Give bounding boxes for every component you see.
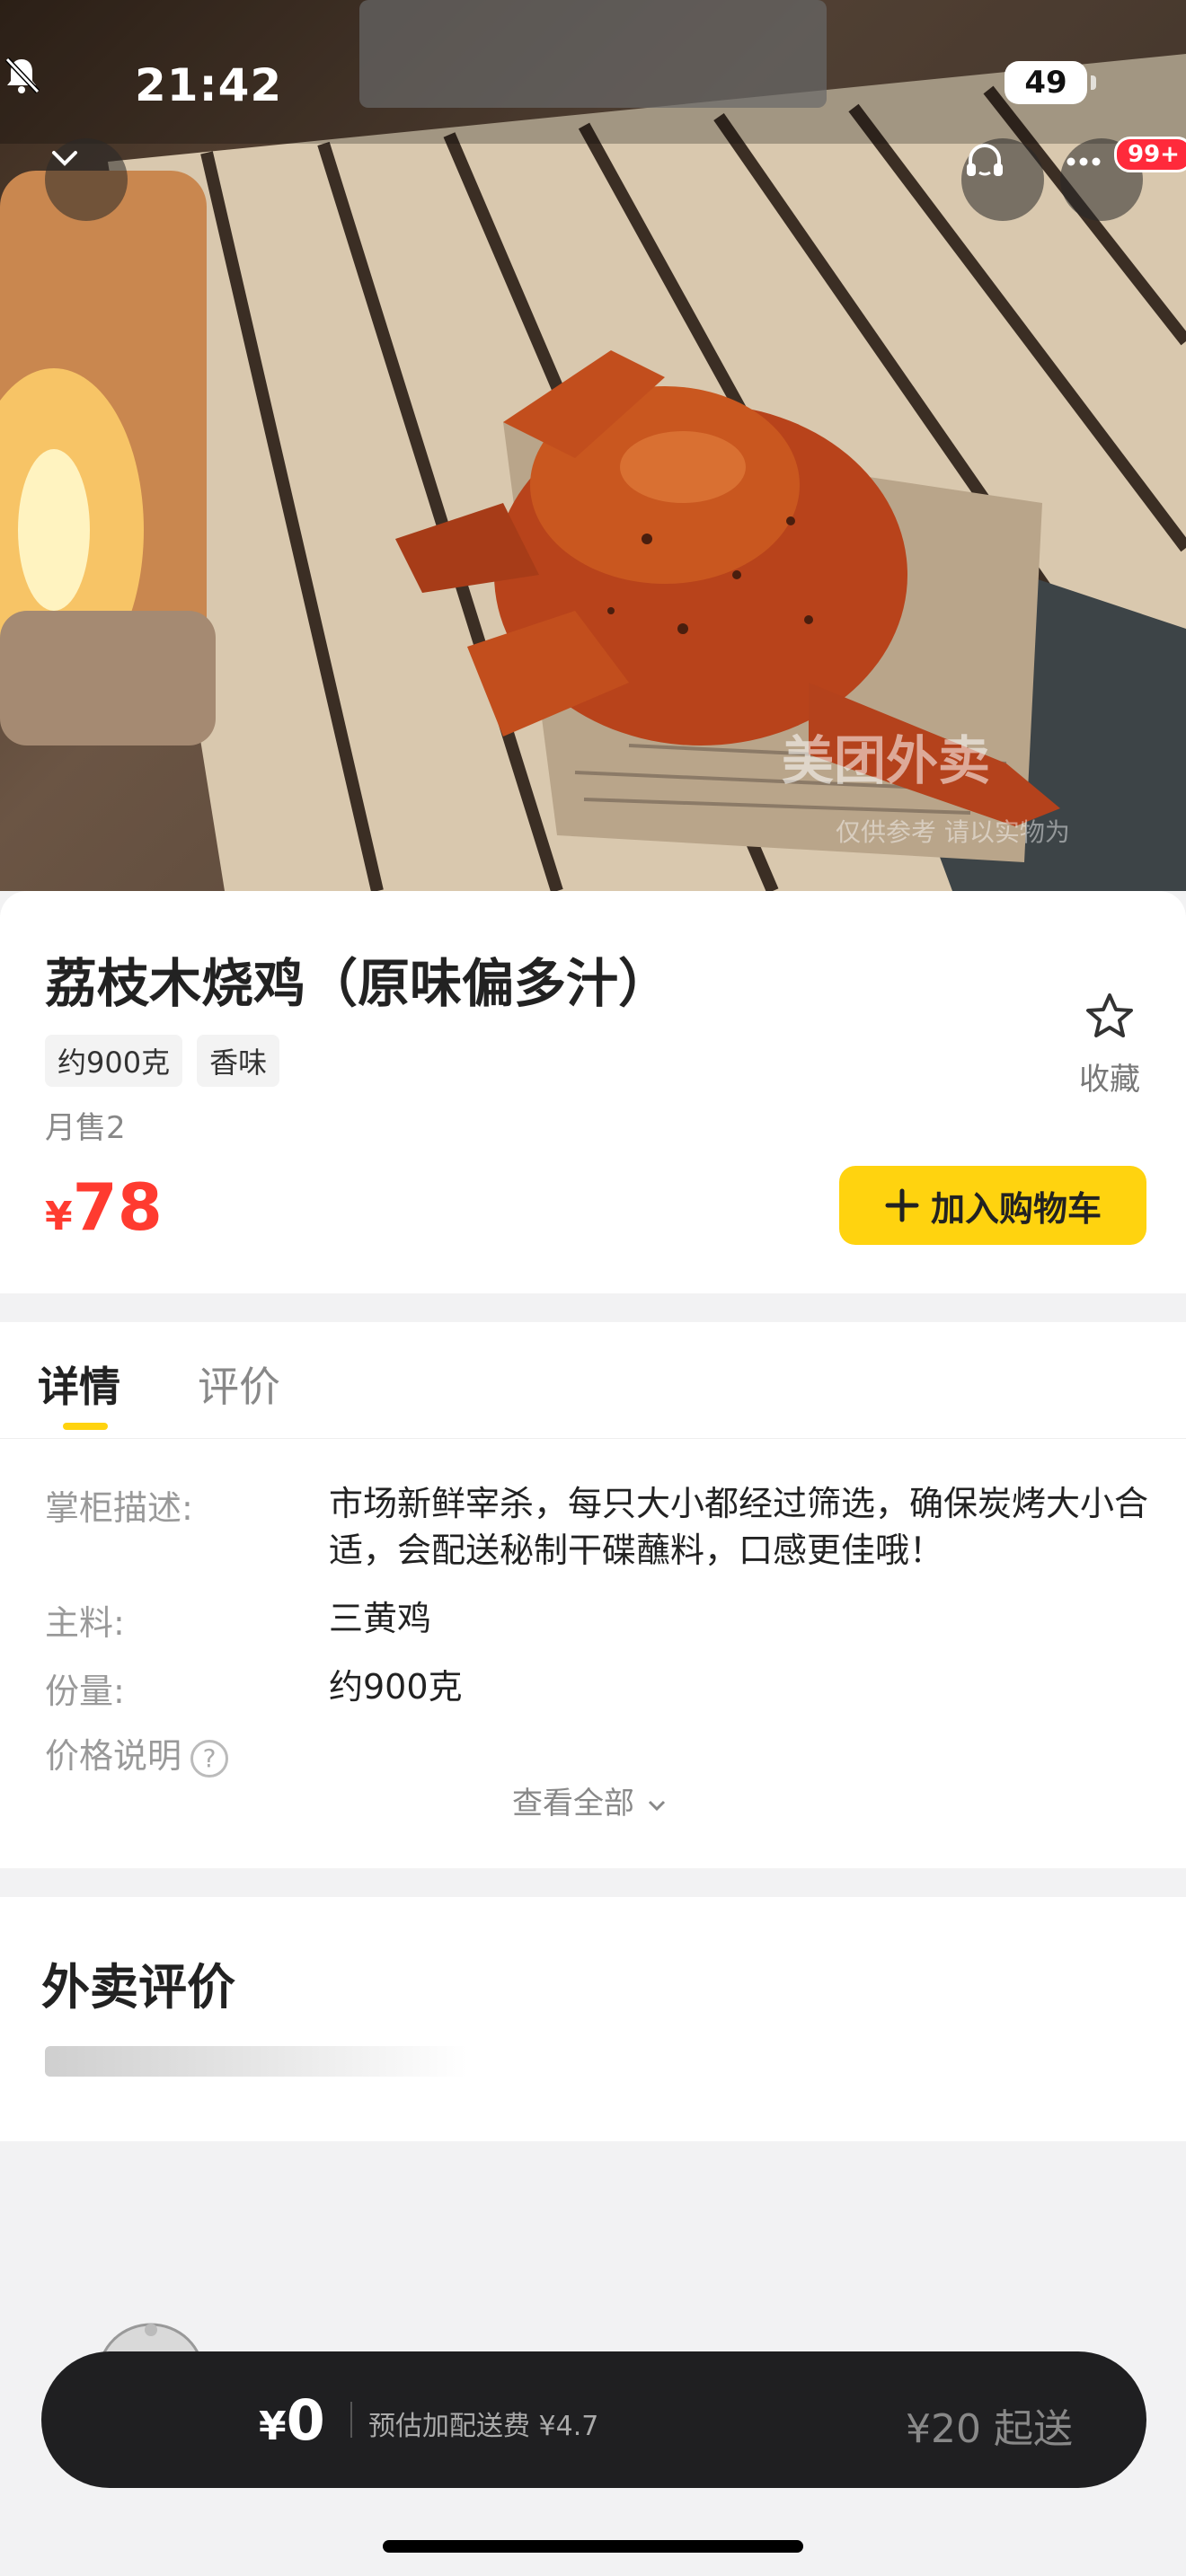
more-icon bbox=[1067, 157, 1101, 166]
product-price: ¥78 bbox=[45, 1169, 163, 1245]
tab-reviews[interactable]: 评价 bbox=[198, 1354, 280, 1414]
tag-flavor: 香味 bbox=[197, 1035, 280, 1087]
add-to-cart-label: 加入购物车 bbox=[930, 1188, 1102, 1229]
status-bar: 21:42 49 bbox=[0, 54, 1186, 117]
delivery-fee-estimate: 预估加配送费 ¥4.7 bbox=[368, 2411, 599, 2442]
headset-icon bbox=[967, 144, 1003, 176]
detail-key: 主料: bbox=[45, 1603, 125, 1643]
tab-bar: 详情 评价 bbox=[0, 1322, 1186, 1439]
chevron-down-icon bbox=[52, 151, 77, 166]
reviews-section: 外卖评价 bbox=[0, 1897, 1186, 2141]
detail-key: 份量: bbox=[45, 1672, 125, 1711]
favorite-label: 收藏 bbox=[1079, 1062, 1140, 1098]
price-value: 78 bbox=[72, 1169, 163, 1245]
detail-value: 约900克 bbox=[329, 1667, 463, 1707]
minimum-order: ¥20 起送 bbox=[906, 2406, 1073, 2452]
product-card: 荔枝木烧鸡（原味偏多汁） 约900克 香味 月售2 ¥78 收藏 加入购物车 bbox=[0, 891, 1186, 1293]
food-photo bbox=[0, 0, 1186, 891]
add-to-cart-button[interactable]: 加入购物车 bbox=[839, 1166, 1146, 1245]
tab-indicator bbox=[63, 1423, 108, 1430]
product-image: 美团外卖 仅供参考 请以实物为 21:42 49 99+ bbox=[0, 0, 1186, 891]
detail-value: 三黄鸡 bbox=[329, 1599, 432, 1638]
notification-badge: 99+ bbox=[1114, 137, 1186, 172]
details-section: 详情 评价 掌柜描述: 市场新鲜宰杀，每只大小都经过筛选，确保炭烤大小合适，会配… bbox=[0, 1322, 1186, 1868]
divider bbox=[350, 2402, 352, 2438]
price-note-label: 价格说明? bbox=[45, 1728, 314, 1778]
view-all-label: 查看全部 bbox=[512, 1786, 634, 1822]
favorite-button[interactable]: 收藏 bbox=[1069, 990, 1150, 1098]
detail-key: 掌柜描述: bbox=[45, 1488, 193, 1528]
view-all-link[interactable]: 查看全部 bbox=[512, 1778, 669, 1822]
bell-off-icon bbox=[4, 57, 40, 94]
reviews-title: 外卖评价 bbox=[41, 1959, 235, 2016]
tag-weight: 约900克 bbox=[45, 1035, 183, 1087]
cart-total: ¥0 bbox=[259, 2387, 325, 2453]
detail-value: 市场新鲜宰杀，每只大小都经过筛选，确保炭烤大小合适，会配送秘制干碟蘸料，口感更佳… bbox=[329, 1484, 1149, 1570]
price-currency: ¥ bbox=[45, 1194, 73, 1239]
question-icon[interactable]: ? bbox=[190, 1739, 229, 1778]
detail-key: 价格说明 bbox=[45, 1736, 182, 1776]
watermark-logo: 美团外卖 bbox=[782, 730, 991, 791]
reviews-loading-placeholder bbox=[45, 2046, 467, 2077]
collapse-button[interactable] bbox=[45, 138, 128, 221]
product-tags: 约900克 香味 bbox=[45, 1035, 280, 1087]
customer-service-button[interactable] bbox=[961, 138, 1044, 221]
chevron-down-icon bbox=[648, 1800, 665, 1811]
battery-indicator: 49 bbox=[1005, 61, 1096, 104]
cart-bar[interactable]: ¥0 预估加配送费 ¥4.7 ¥20 起送 bbox=[41, 2351, 1146, 2488]
cart-total-value: 0 bbox=[286, 2387, 325, 2453]
home-indicator[interactable] bbox=[383, 2540, 803, 2553]
watermark-note: 仅供参考 请以实物为 bbox=[836, 817, 1070, 847]
tab-details[interactable]: 详情 bbox=[38, 1354, 120, 1414]
status-time: 21:42 bbox=[135, 59, 283, 111]
cart-currency: ¥ bbox=[259, 2404, 287, 2449]
product-title: 荔枝木烧鸡（原味偏多汁） bbox=[45, 953, 671, 1014]
star-icon bbox=[1086, 993, 1133, 1037]
monthly-sales: 月售2 bbox=[45, 1110, 126, 1146]
plus-icon bbox=[885, 1188, 919, 1222]
